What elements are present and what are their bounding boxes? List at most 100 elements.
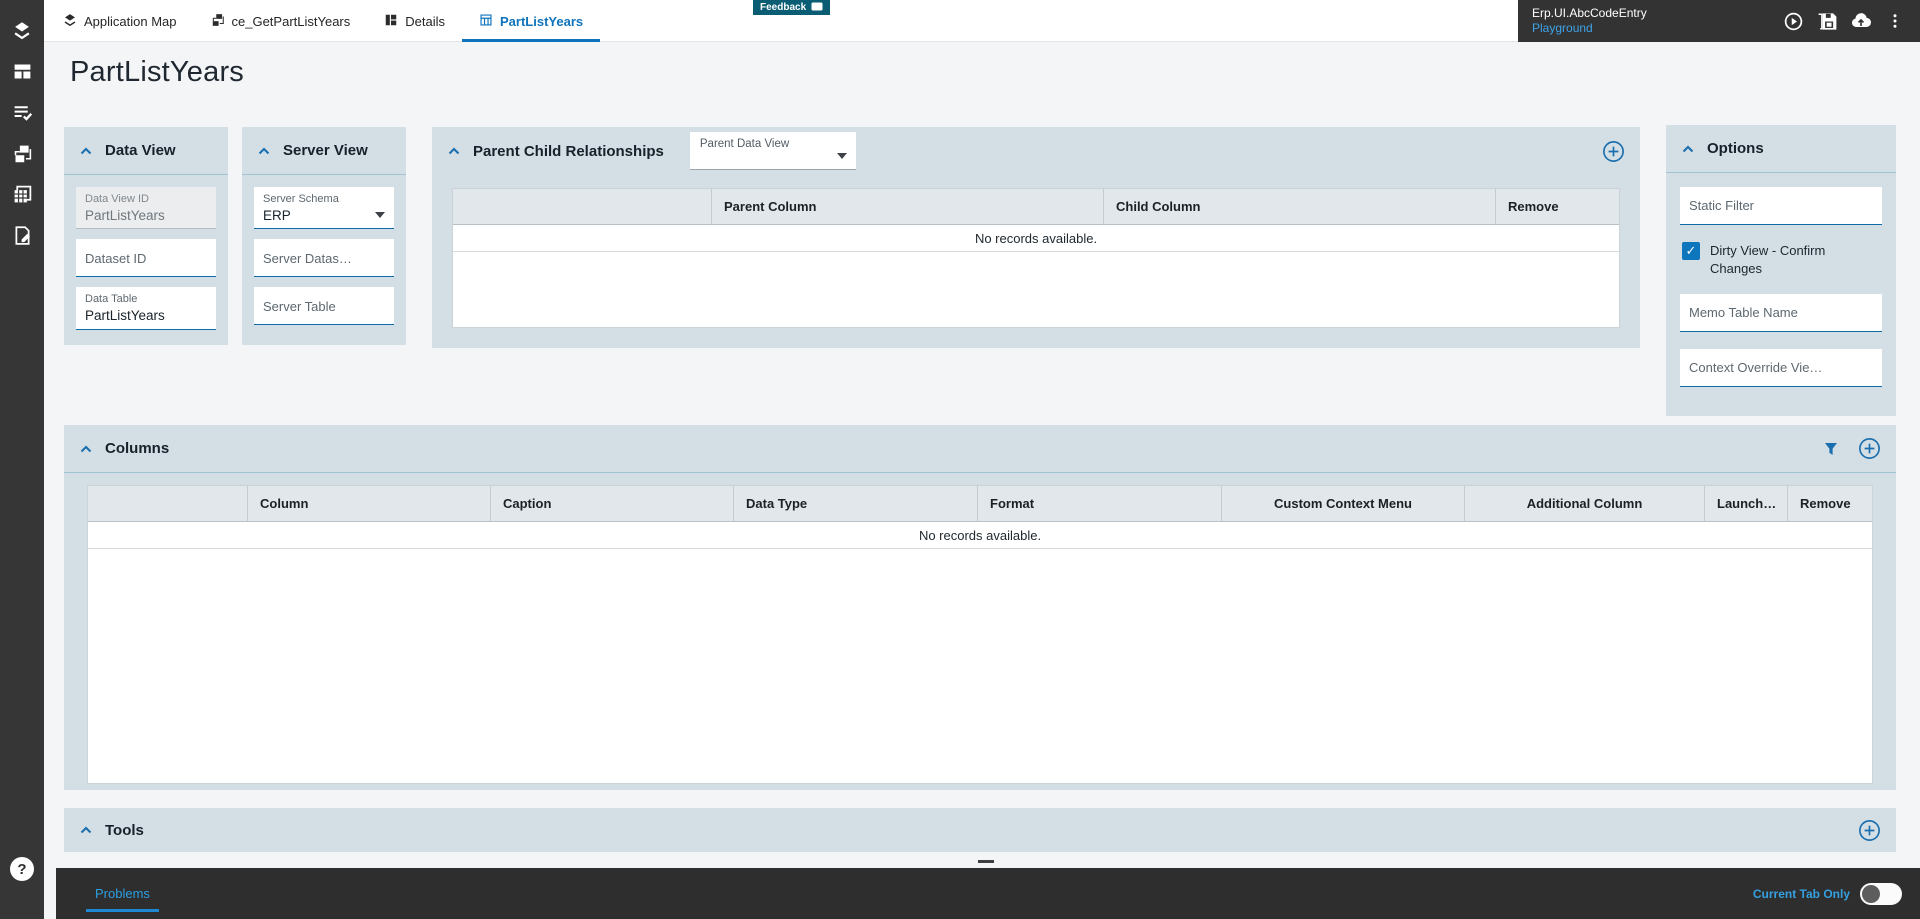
details-layout-icon (384, 13, 398, 30)
grid-body (88, 549, 1872, 783)
grid-header-row: Column Caption Data Type Format Custom C… (88, 486, 1872, 522)
panel-title: Columns (105, 440, 169, 457)
collapse-chevron-icon[interactable] (1680, 141, 1696, 157)
dirty-view-checkbox[interactable]: ✓ (1682, 242, 1700, 260)
open-tabs: Application Map ce_GetPartListYears Deta… (44, 0, 600, 42)
app-designer-root: ? Application Map ce_GetPartListYears (0, 0, 1920, 919)
method-icon (211, 13, 225, 30)
checklist-icon[interactable] (0, 92, 44, 133)
tab-partlistyears[interactable]: PartListYears (462, 0, 600, 42)
tab-problems[interactable]: Problems (86, 876, 159, 912)
data-view-panel: Data View Data View ID PartListYears Dat… (64, 127, 228, 345)
grid-header-remove[interactable]: Remove (1496, 189, 1619, 224)
field-label: Data View ID (85, 192, 207, 207)
options-panel: Options Static Filter ✓ Dirty View - Con… (1666, 125, 1896, 416)
no-records-row: No records available. (88, 522, 1872, 549)
chevron-down-icon (837, 153, 847, 159)
collapse-chevron-icon[interactable] (256, 143, 272, 159)
current-tab-only-label: Current Tab Only (1753, 887, 1850, 901)
dataset-id-field[interactable]: Dataset ID (76, 239, 216, 277)
grid-header-launch[interactable]: Launch… (1705, 486, 1788, 521)
collapse-chevron-icon[interactable] (446, 143, 462, 159)
data-table-field[interactable]: Data Table PartListYears (76, 287, 216, 329)
tab-label: Details (405, 14, 445, 29)
grid-header-blank (453, 189, 712, 224)
tab-label: Application Map (84, 14, 177, 29)
add-column-button[interactable] (1856, 436, 1882, 462)
collapse-chevron-icon[interactable] (78, 143, 94, 159)
environment-label[interactable]: Playground (1532, 21, 1647, 36)
feedback-badge[interactable]: Feedback (753, 0, 830, 15)
tab-details[interactable]: Details (367, 0, 462, 42)
parent-child-relationships-panel: Parent Child Relationships Parent Data V… (432, 127, 1640, 348)
document-edit-icon[interactable] (0, 215, 44, 256)
tab-label: ce_GetPartListYears (232, 14, 351, 29)
save-icon[interactable] (1812, 6, 1842, 36)
server-table-field[interactable]: Server Table (254, 287, 394, 325)
field-label: Dataset ID (85, 250, 146, 268)
tools-panel: Tools (64, 808, 1896, 852)
app-info-block: Erp.UI.AbcCodeEntry Playground (1518, 0, 1920, 42)
grid-header-caption[interactable]: Caption (491, 486, 734, 521)
publish-cloud-icon[interactable] (1846, 6, 1876, 36)
field-label: Data Table (85, 292, 207, 307)
panel-title: Tools (105, 822, 144, 839)
field-value: ERP (263, 207, 385, 225)
columns-grid: Column Caption Data Type Format Custom C… (87, 485, 1873, 784)
layers-icon[interactable] (0, 10, 44, 51)
add-tool-button[interactable] (1856, 817, 1882, 843)
tab-ce-getpartlistyears[interactable]: ce_GetPartListYears (194, 0, 368, 42)
flow-icon[interactable] (0, 133, 44, 174)
field-value: PartListYears (85, 307, 207, 325)
filter-icon[interactable] (1818, 436, 1844, 462)
collapse-chevron-icon[interactable] (78, 441, 94, 457)
checkbox-label: Dirty View - Confirm Changes (1710, 242, 1844, 277)
server-dataset-field[interactable]: Server Datas… (254, 239, 394, 277)
grid-header-custom-context-menu[interactable]: Custom Context Menu (1222, 486, 1465, 521)
field-value: PartListYears (85, 207, 207, 225)
field-label: Context Override Vie… (1689, 359, 1822, 377)
current-tab-only-toggle[interactable] (1860, 883, 1902, 905)
server-schema-dropdown[interactable]: Server Schema ERP (254, 187, 394, 229)
parent-child-grid: Parent Column Child Column Remove No rec… (452, 188, 1620, 328)
tab-label: PartListYears (500, 14, 583, 29)
dirty-view-checkbox-row: ✓ Dirty View - Confirm Changes (1680, 242, 1882, 277)
chevron-down-icon (375, 212, 385, 218)
layout-icon[interactable] (0, 51, 44, 92)
grid-header-row: Parent Column Child Column Remove (453, 189, 1619, 225)
grid-header-parent-column[interactable]: Parent Column (712, 189, 1104, 224)
field-label: Static Filter (1689, 197, 1754, 215)
top-bar: Application Map ce_GetPartListYears Deta… (44, 0, 1920, 42)
grid-header-format[interactable]: Format (978, 486, 1222, 521)
field-label: Server Datas… (263, 250, 352, 268)
grid-header-column[interactable]: Column (248, 486, 491, 521)
grid-header-data-type[interactable]: Data Type (734, 486, 978, 521)
feedback-flag-icon (811, 2, 823, 14)
help-icon[interactable]: ? (10, 857, 34, 881)
feedback-label: Feedback (760, 2, 806, 13)
designer-canvas: PartListYears Data View Data View ID Par… (44, 42, 1920, 868)
panel-resize-handle[interactable] (978, 860, 994, 863)
overflow-menu-icon[interactable] (1880, 6, 1910, 36)
static-filter-field[interactable]: Static Filter (1680, 187, 1882, 225)
server-view-panel: Server View Server Schema ERP Server Dat… (242, 127, 406, 345)
parent-data-view-dropdown[interactable]: Parent Data View (690, 132, 856, 170)
preview-play-icon[interactable] (1778, 6, 1808, 36)
grid-header-child-column[interactable]: Child Column (1104, 189, 1496, 224)
field-label: Memo Table Name (1689, 304, 1798, 322)
tab-application-map[interactable]: Application Map (46, 0, 194, 42)
grid-tab-icon (479, 13, 493, 30)
app-name: Erp.UI.AbcCodeEntry (1532, 6, 1647, 21)
collapse-chevron-icon[interactable] (78, 822, 94, 838)
panel-title: Parent Child Relationships (473, 143, 664, 160)
grid-header-additional-column[interactable]: Additional Column (1465, 486, 1705, 521)
grid-header-remove[interactable]: Remove (1788, 486, 1872, 521)
grid-header-blank (88, 486, 248, 521)
context-override-view-field[interactable]: Context Override Vie… (1680, 349, 1882, 387)
memo-table-name-field[interactable]: Memo Table Name (1680, 294, 1882, 332)
panel-title: Options (1707, 140, 1764, 157)
add-relationship-button[interactable] (1600, 138, 1626, 164)
data-view-id-field: Data View ID PartListYears (76, 187, 216, 229)
grid-copy-icon[interactable] (0, 174, 44, 215)
panel-title: Data View (105, 142, 176, 159)
